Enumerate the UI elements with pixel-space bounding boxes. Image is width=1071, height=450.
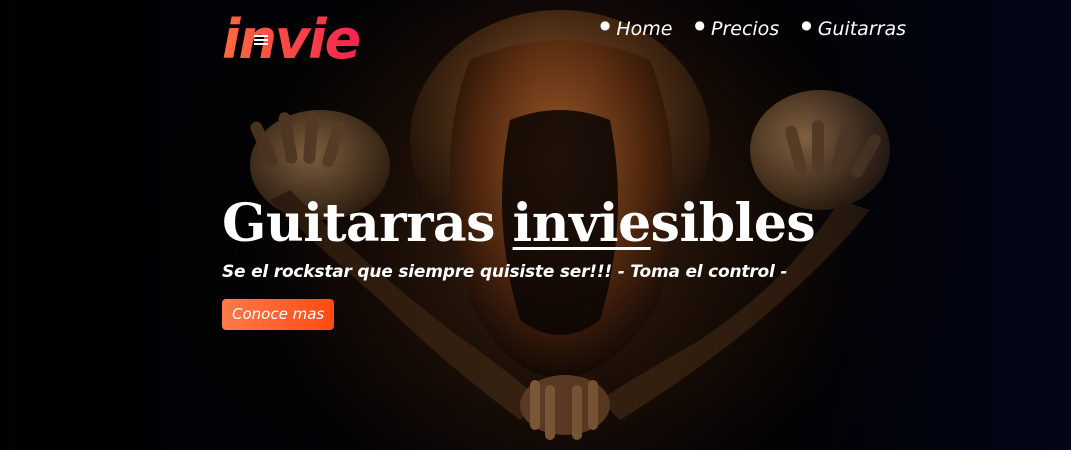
bullet-dot-icon: ● <box>694 18 705 32</box>
svg-text:invie: invie <box>222 8 360 68</box>
invie-logo[interactable]: invie <box>222 8 382 68</box>
hero-content: Guitarras inviesibles Se el rockstar que… <box>222 190 816 330</box>
hero-title-part2: sibles <box>650 193 816 254</box>
bullet-dot-icon: ● <box>801 18 812 32</box>
hero-title-underlined: invie <box>512 193 652 254</box>
hero-title: Guitarras inviesibles <box>222 190 816 258</box>
bullet-dot-icon: ● <box>599 18 611 32</box>
nav-item-precios[interactable]: ● Precios <box>695 18 780 40</box>
nav-item-guitarras[interactable]: ● Guitarras <box>801 18 906 40</box>
conoce-mas-button[interactable]: Conoce mas <box>222 299 335 330</box>
hero-subtitle: Se el rockstar que siempre quisiste ser!… <box>222 262 788 282</box>
hero-title-part1: Guitarras <box>222 193 513 254</box>
nav-item-label: Home <box>616 18 673 40</box>
main-nav: ● Home ● Precios ● Guitarras <box>600 18 906 40</box>
nav-item-home[interactable]: ● Home <box>600 18 673 40</box>
nav-item-label: Precios <box>710 18 780 40</box>
hero-section: invie ● Home ● Precios ● Guitarras Guita… <box>0 0 1071 450</box>
nav-item-label: Guitarras <box>817 18 906 40</box>
